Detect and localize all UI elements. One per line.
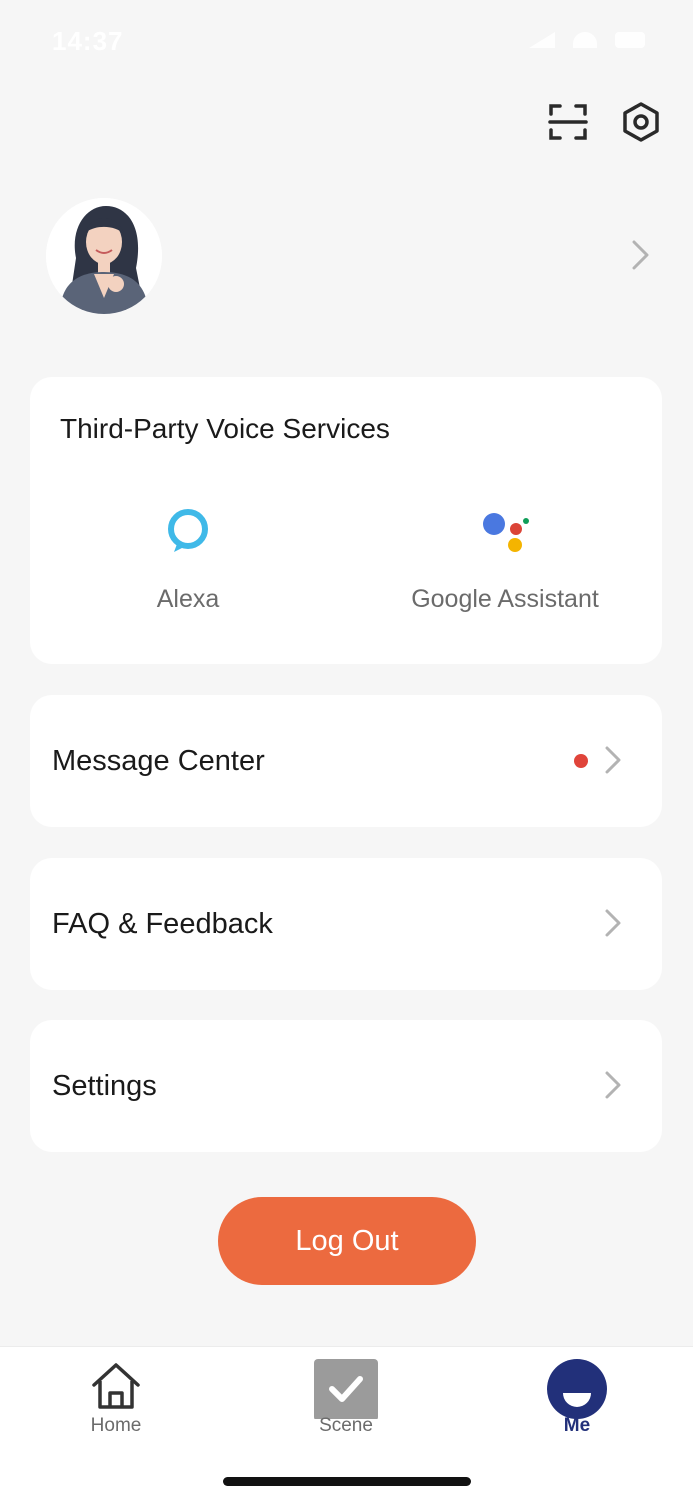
- gear-icon[interactable]: [619, 100, 663, 144]
- chevron-right-icon: [605, 909, 621, 937]
- wifi-icon: [573, 32, 597, 48]
- tab-scene-label: Scene: [319, 1415, 373, 1436]
- tab-me-label: Me: [563, 1415, 591, 1436]
- message-center-row[interactable]: Message Center: [30, 695, 662, 827]
- me-icon: [547, 1359, 607, 1419]
- avatar-illustration: [46, 198, 162, 314]
- tab-bar: Home Scene Me: [0, 1346, 693, 1500]
- tab-home-label: Home: [90, 1415, 142, 1436]
- scene-icon: [314, 1359, 378, 1419]
- google-assistant-icon: [483, 513, 529, 552]
- settings-row[interactable]: Settings: [30, 1020, 662, 1152]
- home-icon: [92, 1363, 140, 1409]
- signal-icon: [529, 32, 555, 48]
- chevron-right-icon: [605, 1071, 621, 1099]
- chevron-right-icon: [605, 746, 621, 774]
- message-center-label: Message Center: [52, 745, 265, 777]
- alexa-icon: [168, 509, 208, 552]
- battery-icon: [615, 32, 645, 48]
- logout-button[interactable]: Log Out: [218, 1197, 476, 1285]
- status-icons: [529, 32, 645, 48]
- google-assistant-label: Google Assistant: [411, 585, 599, 613]
- voice-services-title: Third-Party Voice Services: [60, 413, 390, 444]
- home-indicator: [223, 1477, 471, 1486]
- alexa-label: Alexa: [156, 585, 220, 613]
- alexa-service[interactable]: Alexa: [110, 507, 266, 614]
- unread-badge: [574, 754, 588, 768]
- avatar[interactable]: [46, 198, 162, 314]
- chevron-right-icon[interactable]: [630, 238, 652, 272]
- status-bar: 14:37: [0, 0, 693, 84]
- faq-feedback-label: FAQ & Feedback: [52, 908, 273, 940]
- scan-icon[interactable]: [546, 100, 590, 144]
- google-assistant-service[interactable]: Google Assistant: [382, 507, 628, 614]
- voice-services-card: Third-Party Voice Services Alexa Google …: [30, 377, 662, 664]
- status-time: 14:37: [52, 26, 124, 56]
- settings-label: Settings: [52, 1070, 157, 1102]
- tab-scene[interactable]: Scene: [276, 1347, 416, 1447]
- faq-feedback-row[interactable]: FAQ & Feedback: [30, 858, 662, 990]
- tab-me[interactable]: Me: [507, 1347, 647, 1447]
- tab-home[interactable]: Home: [46, 1347, 186, 1447]
